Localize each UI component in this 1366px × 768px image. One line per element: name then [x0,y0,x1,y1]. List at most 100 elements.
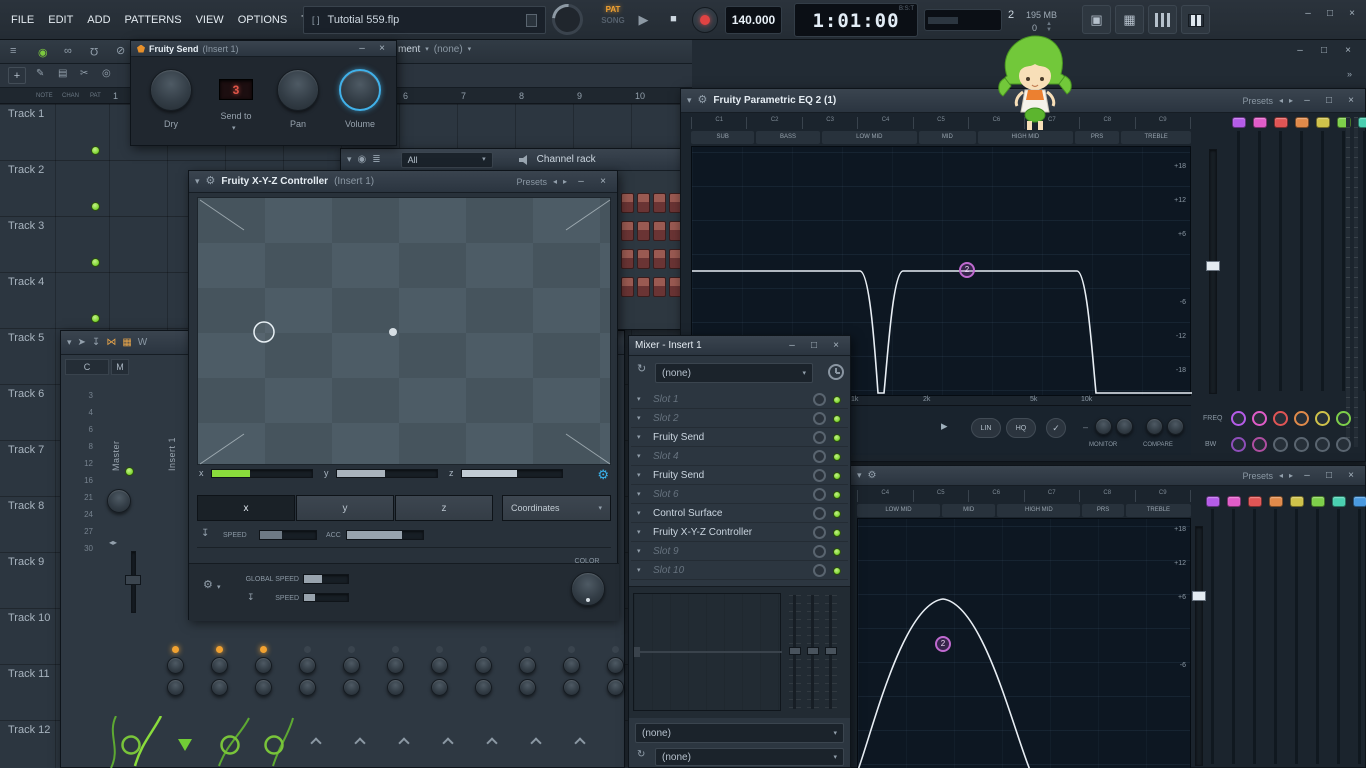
slice-tool-icon[interactable]: ✂ [80,69,88,79]
chevron-down-icon[interactable]: ▾ [637,510,641,517]
chevron-down-icon[interactable]: ▾ [637,491,641,498]
chevron-down-icon[interactable]: ▾ [637,396,641,403]
fx-slot-5[interactable]: ▾ Fruity Send [631,466,848,485]
band-slider-track[interactable] [1232,509,1235,764]
band2-bw-knob[interactable] [1252,437,1267,452]
arrangement-value[interactable]: (none) [434,44,463,55]
band6-bw-knob[interactable] [1336,437,1351,452]
strip-knob[interactable] [167,657,184,674]
piano-roll-button[interactable] [1181,5,1210,34]
eq2-titlebar[interactable]: ▾ ⚙ Presets ◂ ▸ – □ × [851,466,1365,486]
arm-led[interactable] [172,646,179,653]
chevron-down-icon[interactable]: ▾ [637,453,641,460]
band-slider-track[interactable] [1358,509,1361,764]
route-up-icon[interactable] [574,737,586,749]
chevron-down-icon[interactable]: ▾ [637,434,641,441]
slot-mix-knob[interactable] [813,393,826,406]
mini-fader-handle[interactable] [789,647,801,655]
send-to-display[interactable]: 3 [219,79,253,100]
strip-knob[interactable] [519,657,536,674]
magnet-icon[interactable]: Ω [90,45,98,57]
mini-fader[interactable] [825,595,837,709]
gear-icon[interactable]: ⚙ [698,95,708,106]
fx-slot-4[interactable]: ▾ Slot 4 [631,447,848,466]
pattern-selector-display[interactable] [924,9,1002,31]
arm-led[interactable] [436,646,443,653]
app-minimize-button[interactable]: – [1300,9,1316,19]
settings-gear-icon[interactable]: ⚙ [597,467,609,483]
band6-slider-cap[interactable] [1311,496,1325,507]
fx-slot-9[interactable]: ▾ Slot 9 [631,542,848,561]
chevron-down-icon[interactable]: ▾ [637,415,641,422]
gear-icon[interactable]: ⚙ [206,176,216,187]
eq1-gain-slider-handle[interactable] [1206,261,1220,271]
track-name[interactable]: Track 10 [8,612,50,624]
y-axis-bar[interactable] [336,469,438,478]
next-preset-icon[interactable]: ▸ [1289,96,1293,105]
band2-freq-knob[interactable] [1252,411,1267,426]
slot-mix-knob[interactable] [813,507,826,520]
band7-slider-cap[interactable] [1358,117,1366,128]
arm-led[interactable] [480,646,487,653]
chevron-down-icon[interactable]: ▾ [637,472,641,479]
strip-knob[interactable] [299,679,316,696]
arm-led[interactable] [348,646,355,653]
strip-knob[interactable] [255,679,272,696]
track-led[interactable] [91,146,100,155]
slot-enable-led[interactable] [833,472,841,480]
strip-knob[interactable] [519,679,536,696]
dry-knob[interactable] [150,69,192,111]
xyz-presets[interactable]: Presets [516,177,547,187]
track-led[interactable] [91,202,100,211]
zoom-tool-icon[interactable]: ◎ [102,69,111,79]
project-title-panel[interactable]: [ ] Tutotial 559.flp [303,6,546,34]
slot-enable-led[interactable] [833,434,841,442]
send-close-button[interactable]: × [374,43,390,54]
slot-enable-led[interactable] [833,491,841,499]
band-slider-track[interactable] [1300,131,1303,391]
arm-led[interactable] [392,646,399,653]
bypass-icon[interactable]: ↻ [637,750,645,760]
eq1-band2-handle[interactable]: 2 [959,262,975,278]
time-display[interactable]: 1:01:00 B:S:T [794,3,918,37]
track-name[interactable]: Track 6 [8,388,44,400]
step-cell[interactable] [621,277,634,297]
eq2-minimize-button[interactable]: – [1299,470,1315,481]
arrangement-title-fragment[interactable]: ment ▾ (none) ▾ [398,44,471,55]
z-axis-bar[interactable] [461,469,563,478]
detach-icon[interactable] [526,13,537,27]
eq1-gain-slider-track[interactable] [1209,149,1217,394]
app-close-button[interactable]: × [1344,9,1360,19]
menu-add[interactable]: ADD [80,14,117,26]
band5-freq-knob[interactable] [1315,411,1330,426]
menu-icon[interactable]: ≡ [10,46,16,57]
xyz-close-button[interactable]: × [595,176,611,187]
slot-enable-led[interactable] [833,396,841,404]
eq2-presets[interactable]: Presets [1242,471,1273,481]
band4-slider-cap[interactable] [1295,117,1309,128]
strip-knob[interactable] [563,679,580,696]
gear-icon[interactable]: ⚙ [203,580,213,591]
acc-slider[interactable] [346,530,424,540]
band8-slider-cap[interactable] [1353,496,1366,507]
xyz-titlebar[interactable]: ▾ ⚙ Fruity X-Y-Z Controller (Insert 1) P… [189,171,617,193]
band6-freq-knob[interactable] [1336,411,1351,426]
chevron-down-icon[interactable]: ▾ [687,96,692,105]
step-cell[interactable] [637,249,650,269]
band3-slider-cap[interactable] [1274,117,1288,128]
strip-knob[interactable] [255,657,272,674]
band5-slider-cap[interactable] [1316,117,1330,128]
strip-knob[interactable] [211,657,228,674]
insert-bottom-dropdown-2[interactable]: (none) ▾ [655,748,844,766]
volume-knob[interactable] [339,69,381,111]
slot-mix-knob[interactable] [813,545,826,558]
input-icon[interactable]: ↧ [201,529,209,539]
strip-knob[interactable] [431,657,448,674]
chevron-down-icon[interactable]: ▾ [857,471,862,480]
band4-freq-knob[interactable] [1294,411,1309,426]
tab-z[interactable]: z [395,495,493,521]
chevron-down-icon[interactable]: ▾ [637,567,641,574]
chain-icon[interactable]: ∞ [64,46,72,57]
prev-preset-icon[interactable]: ◂ [1279,96,1283,105]
strip-knob[interactable] [607,679,624,696]
